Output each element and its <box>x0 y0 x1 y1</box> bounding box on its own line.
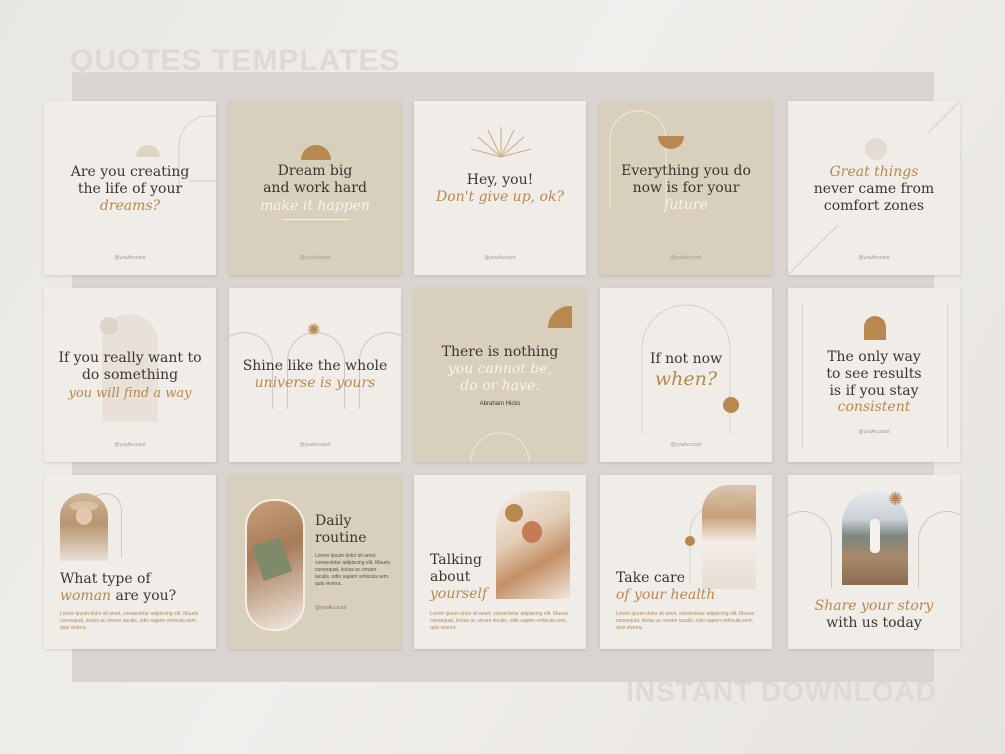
quote-line: are you? <box>115 588 177 604</box>
sun-icon: ✺ <box>888 489 904 510</box>
half-circle-icon <box>136 145 160 157</box>
account-handle: @youAccount <box>299 442 331 448</box>
template-card-11[interactable]: What type of woman are you? Lorem ipsum … <box>44 475 216 649</box>
circle-icon <box>100 317 118 335</box>
account-handle: @youAccount <box>858 429 890 435</box>
account-handle: @youAccount <box>858 255 890 261</box>
quote-accent: make it happen <box>260 198 370 214</box>
circle-icon <box>723 397 739 413</box>
figure-shape <box>870 519 880 553</box>
quote-line: with us today <box>826 615 922 631</box>
sunburst-icon <box>470 127 532 158</box>
quote-line: If not now <box>649 351 723 367</box>
circle-icon <box>865 138 887 160</box>
quote-accent: woman <box>60 588 112 604</box>
account-handle: @youAccount <box>114 255 146 261</box>
quote-line: is if you stay <box>829 383 919 399</box>
quote-accent: of your health <box>616 587 716 603</box>
template-card-5[interactable]: Great things never came from comfort zon… <box>788 101 960 275</box>
quote-line: Daily <box>315 513 352 529</box>
quote-line: now is for your <box>632 180 740 196</box>
template-card-8[interactable]: There is nothing you cannot be, do or ha… <box>414 288 586 462</box>
quote-line: Talking <box>430 552 483 568</box>
account-handle: @youAccount <box>484 255 516 261</box>
quote-accent: consistent <box>837 399 911 415</box>
portrait-photo <box>702 485 756 589</box>
account-handle: @youAccount <box>670 255 702 261</box>
quote-accent: Great things <box>829 164 919 180</box>
quote-accent: future <box>664 197 708 213</box>
quote-author: Abraham Hicks <box>479 401 521 407</box>
arch-line <box>918 511 960 588</box>
arch-shape-icon <box>864 316 886 340</box>
body-text: Lorem ipsum dolor sit amet, consectetur … <box>315 553 391 587</box>
body-text: Lorem ipsum dolor sit amet, consectetur … <box>616 611 755 631</box>
half-circle-icon <box>658 136 684 149</box>
quote-accent: you cannot be, <box>447 361 553 377</box>
quote-line: Dream big <box>277 163 353 179</box>
sun-icon: ✺ <box>307 320 321 339</box>
book-shape <box>251 536 293 582</box>
quote-line: and work hard <box>263 180 367 196</box>
lifestyle-photo <box>245 499 305 631</box>
quote-line: There is nothing <box>441 344 559 360</box>
quote-accent: yourself <box>430 586 488 602</box>
quote-line: The only way <box>827 349 921 365</box>
account-handle: @youAccount <box>670 442 702 448</box>
divider <box>283 219 349 220</box>
face-shape <box>76 507 92 525</box>
quote-line: Take care <box>616 570 685 586</box>
quote-line: Are you creating <box>70 164 190 180</box>
body-text: Lorem ipsum dolor sit amet, consectetur … <box>430 611 569 631</box>
footer-title: INSTANT DOWNLOAD <box>626 676 937 707</box>
template-card-10[interactable]: The only way to see results is if you st… <box>788 288 960 462</box>
quote-accent: dreams? <box>99 198 161 214</box>
arch-line-icon <box>470 432 530 462</box>
quote-line: do something <box>81 367 179 383</box>
arch-line <box>788 511 832 588</box>
template-card-3[interactable]: Hey, you! Don't give up, ok? @youAccount <box>414 101 586 275</box>
template-card-7[interactable]: ✺ Shine like the whole universe is yours… <box>229 288 401 462</box>
circle-icon <box>685 536 695 546</box>
quote-line: the life of your <box>77 181 183 197</box>
circle-icon <box>505 504 523 522</box>
template-card-14[interactable]: Take care of your health Lorem ipsum dol… <box>600 475 772 649</box>
hair-shape <box>522 521 542 543</box>
body-text: Lorem ipsum dolor sit amet, consectetur … <box>60 611 199 631</box>
quote-line-2: woman are you? <box>60 588 176 605</box>
half-sun-icon <box>301 145 331 160</box>
page-title: QUOTES TEMPLATES <box>70 44 401 77</box>
hat-shape <box>716 495 742 505</box>
portrait-photo <box>60 493 108 561</box>
quote-accent: when? <box>654 368 718 390</box>
template-card-6[interactable]: If you really want to do something you w… <box>44 288 216 462</box>
account-handle: @youAccount <box>315 605 347 611</box>
template-card-12[interactable]: Daily routine Lorem ipsum dolor sit amet… <box>229 475 401 649</box>
quote-accent: do or have. <box>460 378 540 394</box>
template-card-1[interactable]: Are you creating the life of your dreams… <box>44 101 216 275</box>
quote-line: Shine like the whole <box>242 358 388 374</box>
quote-line: Hey, you! <box>466 172 534 188</box>
quote-line: routine <box>315 530 367 546</box>
template-card-2[interactable]: Dream big and work hard make it happen @… <box>229 101 401 275</box>
account-handle: @youAccount <box>114 442 146 448</box>
quote-line: about <box>430 569 471 585</box>
template-card-9[interactable]: If not now when? @youAccount <box>600 288 772 462</box>
quote-accent: you will find a way <box>68 386 192 401</box>
template-card-13[interactable]: Talking about yourself Lorem ipsum dolor… <box>414 475 586 649</box>
quote-line: comfort zones <box>823 198 925 214</box>
quote-accent: Share your story <box>814 598 934 614</box>
quote-line: to see results <box>826 366 922 382</box>
quote-accent: Don't give up, ok? <box>436 189 564 205</box>
quote-line: never came from <box>813 181 935 197</box>
template-card-15[interactable]: ✺ Share your story with us today <box>788 475 960 649</box>
quarter-circle-icon <box>548 306 572 328</box>
account-handle: @youAccount <box>299 255 331 261</box>
quote-line: If you really want to <box>58 350 202 366</box>
quote-line: What type of <box>60 571 151 587</box>
quote-accent: universe is yours <box>254 375 376 391</box>
quote-line: Everything you do <box>621 163 751 179</box>
template-card-4[interactable]: Everything you do now is for your future… <box>600 101 772 275</box>
